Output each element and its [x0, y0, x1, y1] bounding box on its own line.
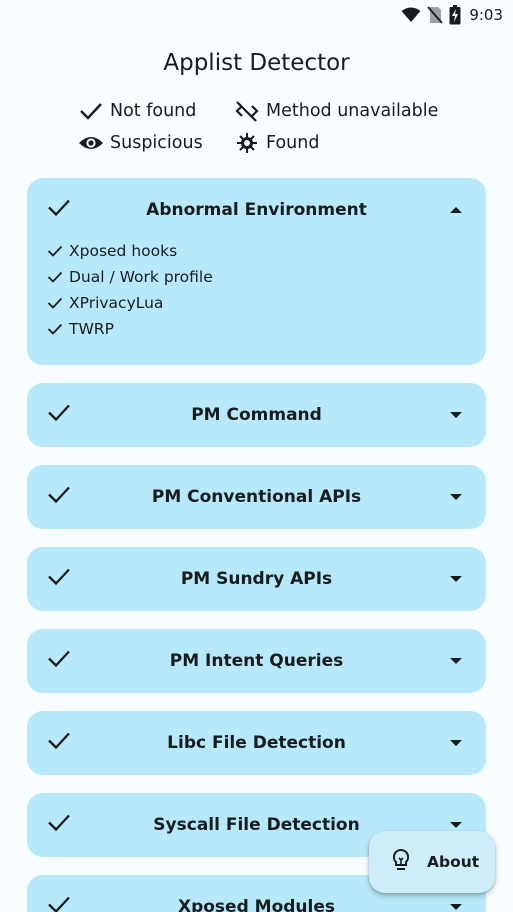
arrow-down-icon[interactable] [450, 734, 462, 752]
eye-icon [78, 132, 104, 154]
check-icon [47, 649, 71, 674]
card-header[interactable]: PM Intent Queries [27, 629, 486, 693]
code-off-icon [234, 100, 260, 122]
screen: 9:03 Applist Detector Not found Method u… [0, 0, 513, 912]
legend: Not found Method unavailable Suspicious … [78, 100, 438, 154]
check-icon [47, 270, 63, 284]
card-title: PM Sundry APIs [180, 569, 333, 589]
detail-label: TWRP [69, 320, 114, 338]
check-icon [47, 296, 63, 310]
card-header[interactable]: PM Command [27, 383, 486, 447]
check-icon [47, 198, 71, 223]
detail-item: XPrivacyLua [47, 290, 486, 316]
card-header[interactable]: Libc File Detection [27, 711, 486, 775]
wifi-icon [401, 7, 421, 23]
legend-label: Not found [110, 101, 197, 121]
coronavirus-icon [234, 132, 260, 154]
check-icon [47, 403, 71, 428]
check-icon [47, 322, 63, 336]
about-button[interactable]: About [369, 831, 495, 893]
check-icon [47, 244, 63, 258]
card-title: PM Command [191, 405, 322, 425]
legend-not-found: Not found [78, 100, 234, 122]
legend-label: Found [266, 133, 320, 153]
legend-suspicious: Suspicious [78, 132, 234, 154]
card-title: Abnormal Environment [146, 200, 367, 220]
check-icon [47, 813, 71, 838]
check-icon [47, 485, 71, 510]
check-icon [47, 895, 71, 912]
arrow-down-icon[interactable] [450, 406, 462, 424]
arrow-down-icon[interactable] [450, 898, 462, 912]
legend-label: Suspicious [110, 133, 203, 153]
about-label: About [427, 853, 480, 871]
card-abnormal-environment: Abnormal Environment Xposed hooks Dual /… [27, 178, 486, 365]
detail-label: Dual / Work profile [69, 268, 213, 286]
card-details: Xposed hooks Dual / Work profile XPrivac… [27, 238, 486, 342]
arrow-down-icon[interactable] [450, 488, 462, 506]
check-icon [78, 100, 104, 122]
card-pm-sundry-apis[interactable]: PM Sundry APIs [27, 547, 486, 611]
check-icon [47, 731, 71, 756]
status-bar: 9:03 [0, 0, 513, 30]
card-pm-intent-queries[interactable]: PM Intent Queries [27, 629, 486, 693]
legend-label: Method unavailable [266, 101, 439, 121]
detail-label: Xposed hooks [69, 242, 178, 260]
card-header[interactable]: PM Conventional APIs [27, 465, 486, 529]
card-title: PM Intent Queries [169, 651, 344, 671]
card-title: Libc File Detection [167, 733, 346, 753]
card-title: Xposed Modules [177, 897, 336, 912]
card-libc-file-detection[interactable]: Libc File Detection [27, 711, 486, 775]
sim-off-icon [427, 6, 443, 24]
card-header[interactable]: PM Sundry APIs [27, 547, 486, 611]
card-title: PM Conventional APIs [151, 487, 362, 507]
battery-charging-icon [449, 5, 461, 25]
detail-item: Dual / Work profile [47, 264, 486, 290]
app-title: Applist Detector [163, 50, 350, 76]
legend-method-unavailable: Method unavailable [234, 100, 438, 122]
card-pm-command[interactable]: PM Command [27, 383, 486, 447]
arrow-up-icon[interactable] [450, 201, 462, 219]
arrow-down-icon[interactable] [450, 652, 462, 670]
check-icon [47, 567, 71, 592]
detail-item: TWRP [47, 316, 486, 342]
lightbulb-icon [391, 848, 411, 877]
arrow-down-icon[interactable] [450, 570, 462, 588]
legend-found: Found [234, 132, 438, 154]
status-time: 9:03 [469, 6, 503, 24]
card-header[interactable]: Abnormal Environment [27, 178, 486, 242]
card-pm-conventional-apis[interactable]: PM Conventional APIs [27, 465, 486, 529]
detail-label: XPrivacyLua [69, 294, 164, 312]
